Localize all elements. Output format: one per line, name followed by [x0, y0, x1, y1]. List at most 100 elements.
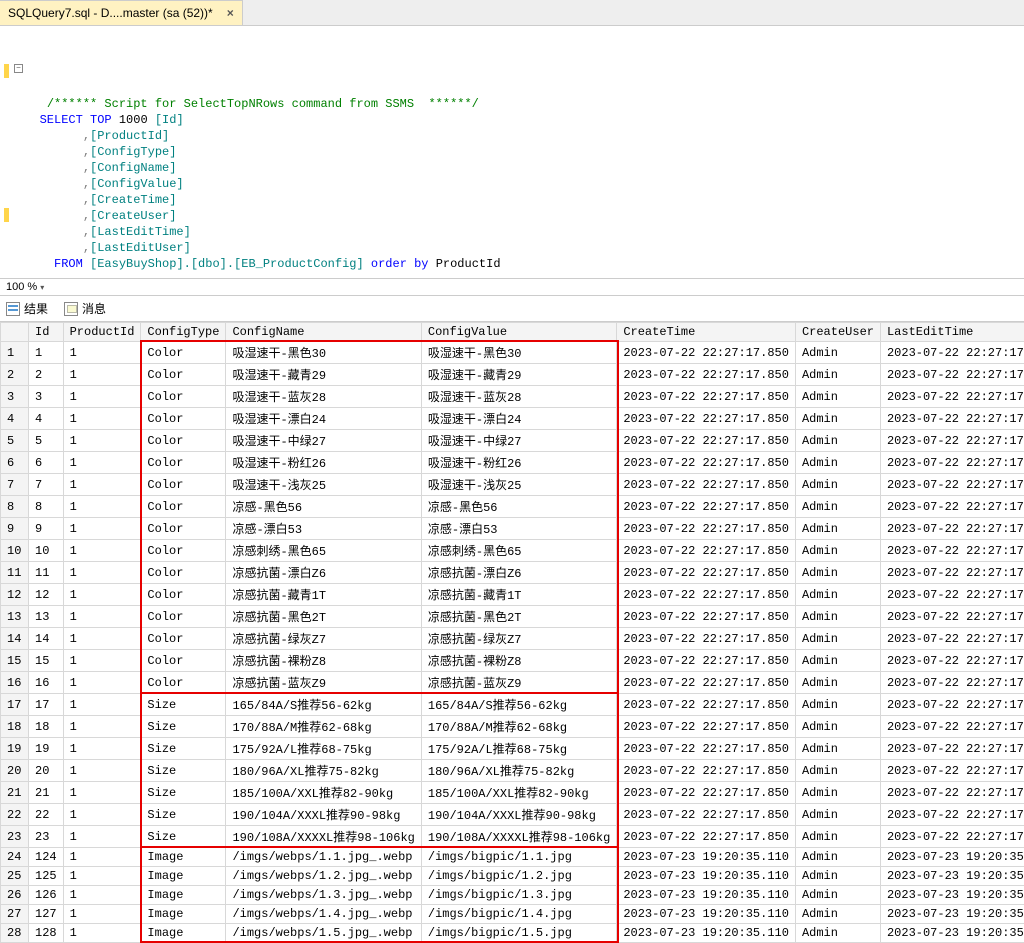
cell-configname[interactable]: /imgs/webps/1.3.jpg_.webp — [226, 886, 421, 905]
cell-configvalue[interactable]: 180/96A/XL推荐75-82kg — [421, 760, 616, 782]
cell-createuser[interactable]: Admin — [795, 672, 880, 694]
cell-id[interactable]: 126 — [29, 886, 64, 905]
cell-createtime[interactable]: 2023-07-22 22:27:17.850 — [617, 452, 796, 474]
table-row[interactable]: 16161Color凉感抗菌-蓝灰Z9凉感抗菌-蓝灰Z92023-07-22 2… — [1, 672, 1024, 694]
row-number[interactable]: 18 — [1, 716, 29, 738]
cell-productid[interactable]: 1 — [63, 430, 141, 452]
table-row[interactable]: 10101Color凉感刺绣-黑色65凉感刺绣-黑色652023-07-22 2… — [1, 540, 1024, 562]
cell-createuser[interactable]: Admin — [795, 474, 880, 496]
cell-lastedittime[interactable]: 2023-07-22 22:27:17.850 — [880, 760, 1024, 782]
row-number[interactable]: 26 — [1, 886, 29, 905]
cell-configvalue[interactable]: /imgs/bigpic/1.4.jpg — [421, 905, 616, 924]
table-row[interactable]: 221Color吸湿速干-藏青29吸湿速干-藏青292023-07-22 22:… — [1, 364, 1024, 386]
cell-createuser[interactable]: Admin — [795, 804, 880, 826]
row-number[interactable]: 28 — [1, 924, 29, 943]
cell-productid[interactable]: 1 — [63, 584, 141, 606]
cell-lastedittime[interactable]: 2023-07-22 22:27:17.850 — [880, 408, 1024, 430]
cell-createtime[interactable]: 2023-07-22 22:27:17.850 — [617, 540, 796, 562]
row-number[interactable]: 14 — [1, 628, 29, 650]
cell-createtime[interactable]: 2023-07-23 19:20:35.110 — [617, 867, 796, 886]
cell-lastedittime[interactable]: 2023-07-22 22:27:17.850 — [880, 364, 1024, 386]
row-number[interactable]: 20 — [1, 760, 29, 782]
row-number[interactable]: 19 — [1, 738, 29, 760]
cell-configname[interactable]: 凉感抗菌-黑色2T — [226, 606, 421, 628]
table-row[interactable]: 331Color吸湿速干-蓝灰28吸湿速干-蓝灰282023-07-22 22:… — [1, 386, 1024, 408]
cell-productid[interactable]: 1 — [63, 848, 141, 867]
cell-productid[interactable]: 1 — [63, 867, 141, 886]
table-row[interactable]: 441Color吸湿速干-漂白24吸湿速干-漂白242023-07-22 22:… — [1, 408, 1024, 430]
cell-id[interactable]: 12 — [29, 584, 64, 606]
cell-createtime[interactable]: 2023-07-22 22:27:17.850 — [617, 716, 796, 738]
cell-configvalue[interactable]: 170/88A/M推荐62-68kg — [421, 716, 616, 738]
cell-createtime[interactable]: 2023-07-22 22:27:17.850 — [617, 650, 796, 672]
row-number[interactable]: 13 — [1, 606, 29, 628]
table-row[interactable]: 14141Color凉感抗菌-绿灰Z7凉感抗菌-绿灰Z72023-07-22 2… — [1, 628, 1024, 650]
table-row[interactable]: 22221Size190/104A/XXXL推荐90-98kg190/104A/… — [1, 804, 1024, 826]
cell-createuser[interactable]: Admin — [795, 540, 880, 562]
cell-configvalue[interactable]: 吸湿速干-粉红26 — [421, 452, 616, 474]
row-number[interactable]: 27 — [1, 905, 29, 924]
tab-results[interactable]: 结果 — [6, 300, 48, 317]
cell-lastedittime[interactable]: 2023-07-22 22:27:17.850 — [880, 738, 1024, 760]
cell-configvalue[interactable]: 吸湿速干-漂白24 — [421, 408, 616, 430]
cell-id[interactable]: 16 — [29, 672, 64, 694]
table-row[interactable]: 991Color凉感-漂白53凉感-漂白532023-07-22 22:27:1… — [1, 518, 1024, 540]
table-row[interactable]: 11111Color凉感抗菌-漂白Z6凉感抗菌-漂白Z62023-07-22 2… — [1, 562, 1024, 584]
cell-configvalue[interactable]: 吸湿速干-中绿27 — [421, 430, 616, 452]
cell-productid[interactable]: 1 — [63, 364, 141, 386]
collapse-icon[interactable]: − — [14, 64, 23, 73]
cell-lastedittime[interactable]: 2023-07-22 22:27:17.850 — [880, 672, 1024, 694]
cell-lastedittime[interactable]: 2023-07-22 22:27:17.850 — [880, 584, 1024, 606]
cell-lastedittime[interactable]: 2023-07-22 22:27:17.850 — [880, 782, 1024, 804]
table-row[interactable]: 18181Size170/88A/M推荐62-68kg170/88A/M推荐62… — [1, 716, 1024, 738]
cell-lastedittime[interactable]: 2023-07-22 22:27:17.850 — [880, 606, 1024, 628]
cell-configtype[interactable]: Size — [141, 804, 226, 826]
cell-id[interactable]: 10 — [29, 540, 64, 562]
cell-createuser[interactable]: Admin — [795, 584, 880, 606]
cell-productid[interactable]: 1 — [63, 886, 141, 905]
cell-configtype[interactable]: Size — [141, 826, 226, 848]
row-number[interactable]: 25 — [1, 867, 29, 886]
cell-configname[interactable]: /imgs/webps/1.4.jpg_.webp — [226, 905, 421, 924]
row-number[interactable]: 4 — [1, 408, 29, 430]
cell-createuser[interactable]: Admin — [795, 886, 880, 905]
cell-productid[interactable]: 1 — [63, 540, 141, 562]
cell-createtime[interactable]: 2023-07-22 22:27:17.850 — [617, 782, 796, 804]
cell-createtime[interactable]: 2023-07-22 22:27:17.850 — [617, 672, 796, 694]
cell-createuser[interactable]: Admin — [795, 867, 880, 886]
cell-productid[interactable]: 1 — [63, 386, 141, 408]
cell-productid[interactable]: 1 — [63, 760, 141, 782]
row-number[interactable]: 1 — [1, 342, 29, 364]
cell-configname[interactable]: 180/96A/XL推荐75-82kg — [226, 760, 421, 782]
cell-configtype[interactable]: Size — [141, 782, 226, 804]
col-header-configvalue[interactable]: ConfigValue — [421, 323, 616, 342]
table-row[interactable]: 251251Image/imgs/webps/1.2.jpg_.webp/img… — [1, 867, 1024, 886]
cell-createtime[interactable]: 2023-07-23 19:20:35.110 — [617, 905, 796, 924]
cell-id[interactable]: 127 — [29, 905, 64, 924]
cell-configname[interactable]: 190/108A/XXXXL推荐98-106kg — [226, 826, 421, 848]
cell-id[interactable]: 23 — [29, 826, 64, 848]
row-number[interactable]: 16 — [1, 672, 29, 694]
row-number[interactable]: 2 — [1, 364, 29, 386]
cell-createtime[interactable]: 2023-07-22 22:27:17.850 — [617, 584, 796, 606]
cell-configname[interactable]: 凉感抗菌-漂白Z6 — [226, 562, 421, 584]
cell-configvalue[interactable]: 凉感抗菌-蓝灰Z9 — [421, 672, 616, 694]
col-header-configtype[interactable]: ConfigType — [141, 323, 226, 342]
row-number[interactable]: 22 — [1, 804, 29, 826]
cell-configtype[interactable]: Color — [141, 342, 226, 364]
cell-configtype[interactable]: Color — [141, 452, 226, 474]
cell-createuser[interactable]: Admin — [795, 782, 880, 804]
row-number[interactable]: 15 — [1, 650, 29, 672]
row-number[interactable]: 6 — [1, 452, 29, 474]
col-header-blank[interactable] — [1, 323, 29, 342]
cell-lastedittime[interactable]: 2023-07-22 22:27:17.850 — [880, 562, 1024, 584]
cell-configvalue[interactable]: 吸湿速干-藏青29 — [421, 364, 616, 386]
cell-configname[interactable]: 190/104A/XXXL推荐90-98kg — [226, 804, 421, 826]
cell-lastedittime[interactable]: 2023-07-22 22:27:17.850 — [880, 540, 1024, 562]
cell-createuser[interactable]: Admin — [795, 364, 880, 386]
close-icon[interactable]: × — [227, 6, 234, 20]
cell-createtime[interactable]: 2023-07-23 19:20:35.110 — [617, 848, 796, 867]
cell-configname[interactable]: 凉感抗菌-裸粉Z8 — [226, 650, 421, 672]
col-header-createtime[interactable]: CreateTime — [617, 323, 796, 342]
cell-configvalue[interactable]: 凉感抗菌-裸粉Z8 — [421, 650, 616, 672]
